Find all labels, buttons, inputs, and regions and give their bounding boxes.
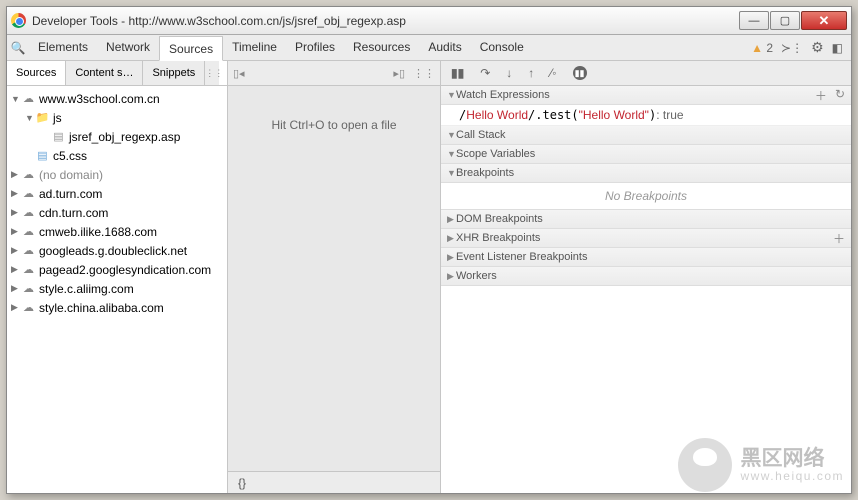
main-tab-bar: 🔍 Elements Network Sources Timeline Prof… (7, 35, 851, 61)
add-watch-icon[interactable]: ＋ (815, 87, 827, 104)
section-call-stack[interactable]: ▼Call Stack (441, 126, 851, 145)
pretty-print-button[interactable]: {} (228, 471, 440, 493)
search-icon[interactable]: 🔍 (7, 41, 29, 55)
tab-elements[interactable]: Elements (29, 35, 97, 60)
debugger-panel: ▮▮ ↷ ↓ ↑ ⁄◦ ▮▮ ▼Watch Expressions ＋↻ /He… (441, 61, 851, 493)
step-into-icon[interactable]: ↓ (506, 66, 512, 80)
file-tree: ▼☁www.w3school.com.cn ▼📁js ▤jsref_obj_re… (7, 86, 227, 493)
dock-icon[interactable]: ◧ (832, 41, 843, 55)
step-over-icon[interactable]: ↷ (480, 66, 490, 80)
add-xhr-bp-icon[interactable]: ＋ (833, 230, 845, 247)
tab-profiles[interactable]: Profiles (286, 35, 344, 60)
devtools-window: Developer Tools - http://www.w3school.co… (6, 6, 852, 494)
maximize-button[interactable]: ▢ (770, 11, 800, 30)
refresh-watch-icon[interactable]: ↻ (835, 87, 845, 104)
tree-folder-js[interactable]: ▼📁js (7, 108, 227, 127)
content-area: Sources Content s… Snippets ⋮⋮ ▼☁www.w3s… (7, 61, 851, 493)
chrome-icon (11, 13, 26, 28)
editor-toolbar: ▯◂ ▸▯ ⋮⋮ (228, 61, 440, 86)
tree-domain[interactable]: ▶☁cdn.turn.com (7, 203, 227, 222)
section-dom-breakpoints[interactable]: ▶DOM Breakpoints (441, 210, 851, 229)
window-title: Developer Tools - http://www.w3school.co… (32, 14, 406, 28)
tab-sources[interactable]: Sources (159, 36, 223, 61)
section-event-listener-breakpoints[interactable]: ▶Event Listener Breakpoints (441, 248, 851, 267)
navigator-collapse-icon[interactable]: ⋮⋮ (205, 61, 219, 85)
minimize-button[interactable]: — (739, 11, 769, 30)
history-back-icon[interactable]: ▯◂ (233, 67, 245, 80)
tab-console[interactable]: Console (471, 35, 533, 60)
tree-file-css[interactable]: ▤c5.css (7, 146, 227, 165)
section-watch-expressions[interactable]: ▼Watch Expressions ＋↻ (441, 86, 851, 105)
step-out-icon[interactable]: ↑ (528, 66, 534, 80)
tree-domain[interactable]: ▶☁style.china.alibaba.com (7, 298, 227, 317)
editor-empty-hint: Hit Ctrl+O to open a file (228, 86, 440, 471)
section-workers[interactable]: ▶Workers (441, 267, 851, 286)
close-button[interactable]: ✕ (801, 11, 847, 30)
subtab-sources[interactable]: Sources (7, 61, 66, 85)
deactivate-breakpoints-icon[interactable]: ⁄◦ (550, 66, 556, 80)
tab-timeline[interactable]: Timeline (223, 35, 286, 60)
tree-domain[interactable]: ▶☁googleads.g.doubleclick.net (7, 241, 227, 260)
no-breakpoints-label: No Breakpoints (441, 183, 851, 210)
title-bar: Developer Tools - http://www.w3school.co… (7, 7, 851, 35)
subtab-snippets[interactable]: Snippets (143, 61, 205, 85)
tab-network[interactable]: Network (97, 35, 159, 60)
tree-domain[interactable]: ▶☁(no domain) (7, 165, 227, 184)
sources-panel-left: Sources Content s… Snippets ⋮⋮ ▼☁www.w3s… (7, 61, 228, 493)
history-fwd-icon[interactable]: ▸▯ (393, 67, 405, 80)
tab-audits[interactable]: Audits (419, 35, 470, 60)
editor-panel: ▯◂ ▸▯ ⋮⋮ Hit Ctrl+O to open a file {} (228, 61, 441, 493)
tree-domain[interactable]: ▶☁ad.turn.com (7, 184, 227, 203)
pause-on-exceptions-icon[interactable]: ▮▮ (573, 66, 587, 80)
section-xhr-breakpoints[interactable]: ▶XHR Breakpoints＋ (441, 229, 851, 248)
tree-domain[interactable]: ▶☁cmweb.ilike.1688.com (7, 222, 227, 241)
section-scope-variables[interactable]: ▼Scope Variables (441, 145, 851, 164)
section-breakpoints[interactable]: ▼Breakpoints (441, 164, 851, 183)
tree-domain[interactable]: ▶☁pagead2.googlesyndication.com (7, 260, 227, 279)
debugger-toolbar: ▮▮ ↷ ↓ ↑ ⁄◦ ▮▮ (441, 61, 851, 86)
subtab-content-scripts[interactable]: Content s… (66, 61, 143, 85)
watch-expression-row[interactable]: /Hello World/.test("Hello World"): true (441, 105, 851, 126)
editor-collapse-icon[interactable]: ⋮⋮ (413, 67, 435, 80)
drawer-toggle-icon[interactable]: ≻⋮ (781, 41, 803, 55)
settings-icon[interactable]: ⚙ (811, 39, 824, 56)
tree-domain-root[interactable]: ▼☁www.w3school.com.cn (7, 89, 227, 108)
pause-icon[interactable]: ▮▮ (451, 66, 464, 80)
tree-file-js[interactable]: ▤jsref_obj_regexp.asp (7, 127, 227, 146)
tree-domain[interactable]: ▶☁style.c.aliimg.com (7, 279, 227, 298)
tab-resources[interactable]: Resources (344, 35, 419, 60)
navigator-tabs: Sources Content s… Snippets ⋮⋮ (7, 61, 227, 86)
warning-badge[interactable]: ▲ 2 (751, 41, 773, 55)
